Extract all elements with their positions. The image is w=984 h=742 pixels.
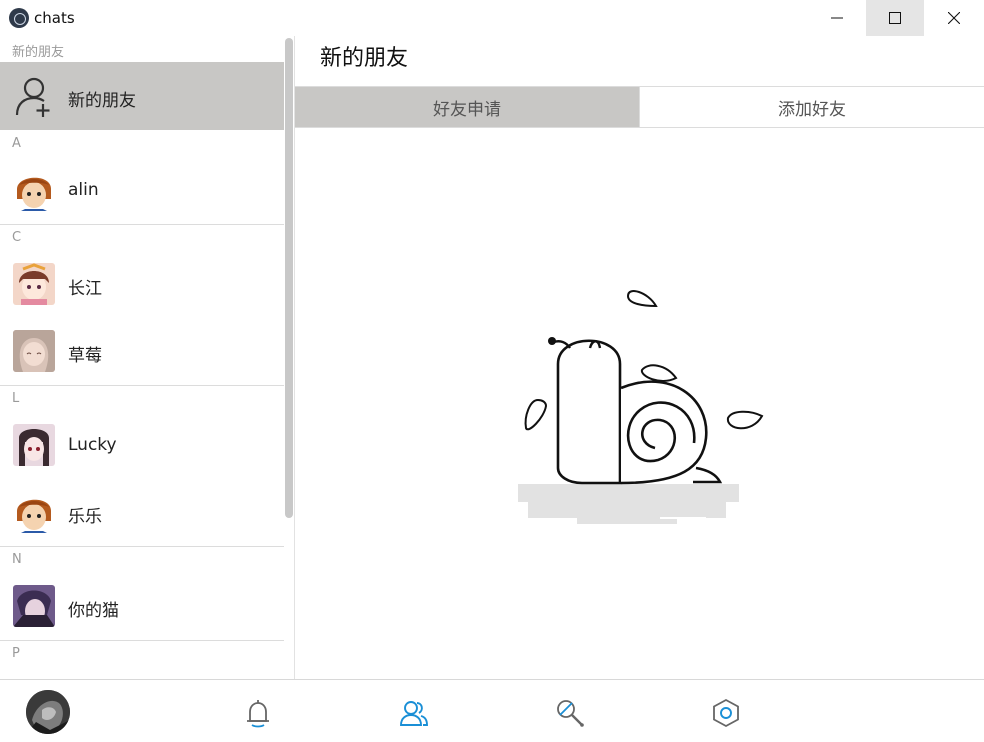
tab-friend-requests[interactable]: 好友申请 bbox=[295, 87, 639, 127]
avatar bbox=[13, 330, 55, 372]
divider bbox=[0, 385, 284, 386]
maximize-button[interactable] bbox=[866, 0, 924, 36]
divider bbox=[0, 640, 284, 641]
close-icon bbox=[948, 12, 960, 24]
contact-name: alin bbox=[68, 180, 99, 200]
search-tool-icon[interactable] bbox=[555, 698, 585, 728]
friend-tabs: 好友申请 添加好友 bbox=[295, 86, 984, 128]
avatar bbox=[13, 424, 55, 466]
avatar bbox=[13, 491, 55, 533]
user-avatar[interactable] bbox=[26, 690, 70, 734]
panel-divider bbox=[294, 36, 295, 679]
contact-alin[interactable]: alin bbox=[0, 157, 284, 223]
close-button[interactable] bbox=[924, 0, 984, 36]
snail-illustration bbox=[518, 290, 764, 524]
avatar bbox=[13, 585, 55, 627]
page-title: 新的朋友 bbox=[320, 46, 409, 71]
contact-name: 乐乐 bbox=[68, 507, 102, 527]
bell-icon[interactable] bbox=[243, 698, 273, 728]
section-label-l: L bbox=[12, 391, 20, 406]
minimize-button[interactable] bbox=[808, 0, 866, 36]
sidebar-scrollbar[interactable] bbox=[285, 38, 293, 518]
avatar bbox=[13, 169, 55, 211]
contact-new-friends[interactable]: 新的朋友 bbox=[0, 62, 284, 130]
contact-name: 新的朋友 bbox=[68, 91, 136, 111]
contact-changjiang[interactable]: 长江 bbox=[0, 251, 284, 317]
settings-hexagon-icon[interactable] bbox=[711, 698, 741, 728]
contact-name: 长江 bbox=[68, 279, 102, 299]
divider bbox=[0, 224, 284, 225]
app-logo-icon bbox=[9, 8, 29, 28]
contact-name: 草莓 bbox=[68, 346, 102, 366]
divider bbox=[0, 546, 284, 547]
title-bar: chats bbox=[0, 0, 984, 36]
avatar bbox=[13, 263, 55, 305]
contact-lele[interactable]: 乐乐 bbox=[0, 479, 284, 545]
section-label-c: C bbox=[12, 230, 22, 245]
contact-nidemao[interactable]: 你的猫 bbox=[0, 573, 284, 639]
tab-add-friend[interactable]: 添加好友 bbox=[639, 87, 984, 127]
contacts-icon[interactable] bbox=[399, 698, 429, 728]
contact-name: 你的猫 bbox=[68, 601, 119, 621]
window-title: chats bbox=[34, 9, 75, 27]
section-label-p: P bbox=[12, 646, 20, 661]
add-user-icon bbox=[15, 77, 50, 117]
contacts-sidebar: 新的朋友 新的朋友 A alin C 长江 草莓 L Lucky 乐乐 N 你的… bbox=[0, 36, 294, 679]
contact-name: Lucky bbox=[68, 435, 117, 455]
section-label-n: N bbox=[12, 552, 22, 567]
bottom-nav-bar bbox=[0, 679, 984, 742]
contact-lucky[interactable]: Lucky bbox=[0, 412, 284, 478]
contact-caomei[interactable]: 草莓 bbox=[0, 318, 284, 384]
section-label-new-friends: 新的朋友 bbox=[12, 45, 65, 60]
section-label-a: A bbox=[12, 136, 21, 151]
minimize-icon bbox=[831, 17, 843, 19]
maximize-icon bbox=[889, 12, 901, 24]
